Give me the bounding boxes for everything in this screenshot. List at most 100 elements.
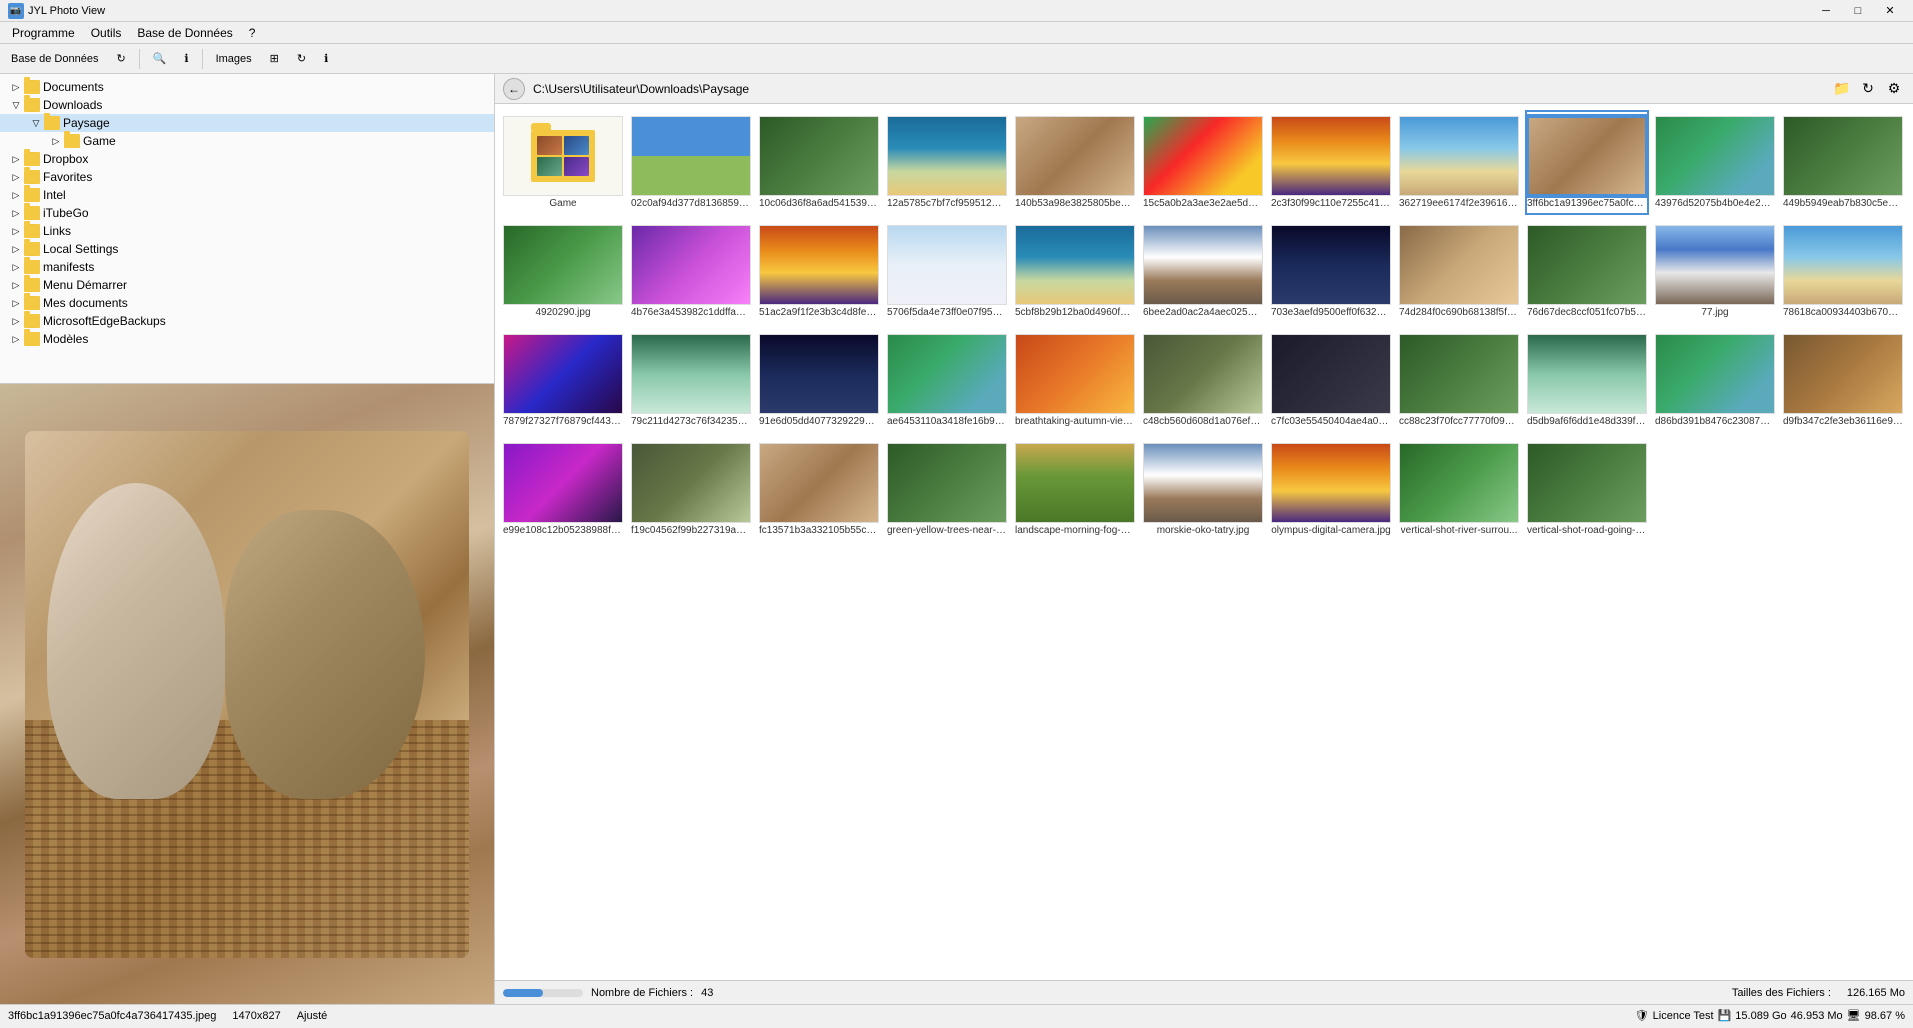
menu-outils[interactable]: Outils [83,24,130,42]
thumb-item-11[interactable]: 4b76e3a453982c1ddffaddb... [631,221,751,322]
expander-intel[interactable]: ▷ [8,187,24,203]
tree-label-itubeGo: iTubeGo [43,206,89,220]
thumb-item-25[interactable]: breathtaking-autumn-view... [1015,330,1135,431]
tree-item-modeles[interactable]: ▷ Modèles [0,330,494,348]
tree-item-local-settings[interactable]: ▷ Local Settings [0,240,494,258]
minimize-button[interactable]: ─ [1811,1,1841,21]
path-bar: ← C:\Users\Utilisateur\Downloads\Paysage… [495,74,1913,104]
tree-item-manifests[interactable]: ▷ manifests [0,258,494,276]
grid-button[interactable]: ⊞ [263,49,286,68]
tree-item-favorites[interactable]: ▷ Favorites [0,168,494,186]
back-button[interactable]: ← [503,78,525,100]
close-button[interactable]: ✕ [1875,1,1905,21]
menu-help[interactable]: ? [241,24,264,42]
thumb-item-14[interactable]: 5cbf8b29b12ba0d4960f509... [1015,221,1135,322]
info-button-2[interactable]: ℹ [317,49,335,68]
titlebar-controls[interactable]: ─ □ ✕ [1811,1,1905,21]
tree-item-itubeGo[interactable]: ▷ iTubeGo [0,204,494,222]
refresh-button-2[interactable]: ↻ [290,49,313,68]
thumb-item-0[interactable]: 02c0af94d377d81368590d9d... [631,112,751,213]
expander-downloads[interactable]: ▽ [8,97,24,113]
thumb-item-31[interactable]: d9fb347c2fe3eb36116e9214... [1783,330,1903,431]
expander-manifests[interactable]: ▷ [8,259,24,275]
thumb-item-26[interactable]: c48cb560d608d1a076ef2cc4... [1143,330,1263,431]
thumb-item-7[interactable]: 3ff6bc1a91396ec75a0fc4a73... [1527,112,1647,213]
thumb-item-15[interactable]: 6bee2ad0ac2a4aec0258f093... [1143,221,1263,322]
thumb-item-34[interactable]: fc13571b3a332105b55ca9d4... [759,439,879,540]
tree-item-edge-backups[interactable]: ▷ MicrosoftEdgeBackups [0,312,494,330]
expander-menu-demarrer[interactable]: ▷ [8,277,24,293]
tree-item-mes-documents[interactable]: ▷ Mes documents [0,294,494,312]
thumb-label-22: 79c211d4273c76f3423518ab... [631,416,751,427]
thumb-item-38[interactable]: olympus-digital-camera.jpg [1271,439,1391,540]
thumb-item-29[interactable]: d5db9af6f6dd1e48d339f03f... [1527,330,1647,431]
zoom-button[interactable]: 🔍 [146,49,174,68]
tree-item-downloads[interactable]: ▽ Downloads [0,96,494,114]
expander-dropbox[interactable]: ▷ [8,151,24,167]
expander-edge-backups[interactable]: ▷ [8,313,24,329]
refresh-toolbar-button[interactable]: ↻ [109,49,132,68]
refresh-action-icon[interactable]: ↻ [1857,78,1879,100]
thumb-item-30[interactable]: d86bd391b8476c2308717c0... [1655,330,1775,431]
database-button[interactable]: Base de Données [4,50,105,68]
expander-local-settings[interactable]: ▷ [8,241,24,257]
thumb-item-33[interactable]: f19c04562f99b227319a7aef7... [631,439,751,540]
thumb-item-2[interactable]: 12a5785c7bf7cf9595122d7b... [887,112,1007,213]
thumb-item-36[interactable]: landscape-morning-fog-m... [1015,439,1135,540]
thumb-item-13[interactable]: 5706f5da4e73ff0e07f9547e4... [887,221,1007,322]
tree-item-game[interactable]: ▷ Game [0,132,494,150]
thumb-item-9[interactable]: 449b5949eab7b830c5ec5a4... [1783,112,1903,213]
thumb-item-3[interactable]: 140b53a98e3825805bec89e... [1015,112,1135,213]
thumb-item-21[interactable]: 7879f27327f76879cf443ad2... [503,330,623,431]
expander-links[interactable]: ▷ [8,223,24,239]
images-button[interactable]: Images [209,50,259,68]
thumb-box-17 [1399,225,1519,305]
thumb-item-23[interactable]: 91e6d05dd40773292292bad... [759,330,879,431]
thumb-item-24[interactable]: ae6453110a3418fe16b993ef... [887,330,1007,431]
expander-mes-documents[interactable]: ▷ [8,295,24,311]
maximize-button[interactable]: □ [1843,1,1873,21]
thumb-label-15: 6bee2ad0ac2a4aec0258f093... [1143,307,1263,318]
folder-action-icon[interactable]: 📁 [1831,78,1853,100]
thumb-item-game[interactable]: Game [503,112,623,213]
thumb-item-1[interactable]: 10c06d36f8a6ad541539e236... [759,112,879,213]
expander-modeles[interactable]: ▷ [8,331,24,347]
thumb-item-18[interactable]: 76d67dec8ccf051fc07b57f7... [1527,221,1647,322]
expander-favorites[interactable]: ▷ [8,169,24,185]
expander-documents[interactable]: ▷ [8,79,24,95]
info-button-1[interactable]: ℹ [177,49,195,68]
thumb-item-16[interactable]: 703e3aefd9500eff0f63294bc... [1271,221,1391,322]
thumb-item-35[interactable]: green-yellow-trees-near-m... [887,439,1007,540]
tree-item-dropbox[interactable]: ▷ Dropbox [0,150,494,168]
thumb-item-40[interactable]: vertical-shot-road-going-th... [1527,439,1647,540]
thumb-item-5[interactable]: 2c3f30f99c110e7255c41fefd... [1271,112,1391,213]
thumb-item-22[interactable]: 79c211d4273c76f3423518ab... [631,330,751,431]
settings-action-icon[interactable]: ⚙ [1883,78,1905,100]
thumb-item-20[interactable]: 78618ca00934403b670da09... [1783,221,1903,322]
expander-itubeGo[interactable]: ▷ [8,205,24,221]
thumb-item-12[interactable]: 51ac2a9f1f2e3b3c4d8fe2a1... [759,221,879,322]
thumb-item-19[interactable]: 77.jpg [1655,221,1775,322]
thumb-item-28[interactable]: cc88c23f70fcc77770f094298... [1399,330,1519,431]
thumb-item-37[interactable]: morskie-oko-tatry.jpg [1143,439,1263,540]
tree-item-links[interactable]: ▷ Links [0,222,494,240]
menu-database[interactable]: Base de Données [129,24,240,42]
tree-item-documents[interactable]: ▷ Documents [0,78,494,96]
thumb-item-39[interactable]: vertical-shot-river-surrou... [1399,439,1519,540]
thumb-item-8[interactable]: 43976d52075b4b0e4e2df60... [1655,112,1775,213]
thumb-box-14 [1015,225,1135,305]
thumb-box-25 [1015,334,1135,414]
expander-game[interactable]: ▷ [48,133,64,149]
thumb-item-4[interactable]: 15c5a0b2a3ae3e2ae5dd3c1... [1143,112,1263,213]
tree-item-intel[interactable]: ▷ Intel [0,186,494,204]
expander-paysage[interactable]: ▽ [28,115,44,131]
thumb-item-17[interactable]: 74d284f0c690b68138f5f7fb6... [1399,221,1519,322]
thumb-item-27[interactable]: c7fc03e55450404ae4a0c68b... [1271,330,1391,431]
tree-item-menu-demarrer[interactable]: ▷ Menu Démarrer [0,276,494,294]
thumb-item-6[interactable]: 362719ee6174f2e3961655ce... [1399,112,1519,213]
menu-programme[interactable]: Programme [4,24,83,42]
thumb-item-32[interactable]: e99e108c12b05238988f097e... [503,439,623,540]
tree-item-paysage[interactable]: ▽ Paysage [0,114,494,132]
thumb-label-27: c7fc03e55450404ae4a0c68b... [1271,416,1391,427]
thumb-item-10[interactable]: 4920290.jpg [503,221,623,322]
